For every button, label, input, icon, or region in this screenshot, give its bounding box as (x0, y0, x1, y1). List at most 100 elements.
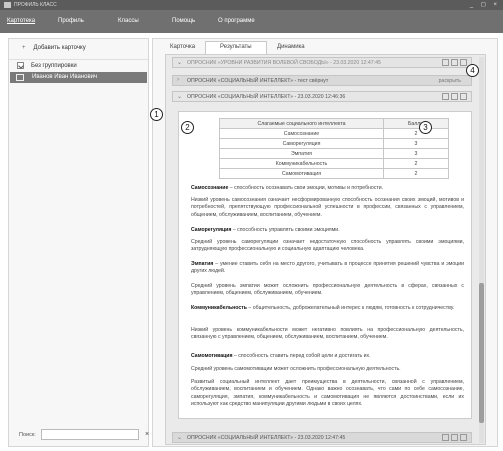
paragraph: Эмпатия – умение ставить себя на место д… (191, 261, 464, 276)
search-input[interactable] (41, 429, 139, 440)
window-title: ПРОФИЛЬ КЛАСС (14, 2, 57, 8)
paragraph-text: – общительность, доброжелательный интере… (246, 305, 455, 311)
paragraph: Коммуникабельность – общительность, добр… (191, 305, 464, 312)
window-controls[interactable]: _ ◻ × (470, 1, 500, 8)
table-cell: Коммуникабельность (219, 158, 384, 169)
chevron-down-icon: ⌄ (177, 94, 183, 100)
paragraph: Развитый социальный интеллект дает преим… (191, 379, 464, 408)
paragraph: Низкий уровень коммуникабельности может … (191, 327, 464, 342)
result-row-bottom[interactable]: ⌄ ОПРОСНИК «СОЦИАЛЬНЫЙ ИНТЕЛЛЕКТ» - 23.0… (172, 432, 472, 443)
tab-results[interactable]: Результаты (205, 41, 267, 54)
paragraph-text: Средний уровень саморегуляции означает н… (191, 239, 464, 253)
table-cell: 2 (383, 168, 449, 179)
add-card-label: Добавить карточку (33, 45, 86, 51)
result-report: Слагаемые социального интеллекта Баллы С… (178, 111, 472, 419)
table-header-row: Слагаемые социального интеллекта Баллы (219, 118, 449, 129)
result-row-active[interactable]: ⌄ ОПРОСНИК «СОЦИАЛЬНЫЙ ИНТЕЛЛЕКТ» - 23.0… (172, 91, 472, 102)
menu-bar: Картотека Профиль Классы Помощь О програ… (0, 10, 503, 33)
table-cell: Саморегуляция (219, 138, 384, 149)
scores-table: Слагаемые социального интеллекта Баллы С… (219, 118, 449, 179)
menu-item-cards[interactable]: Картотека (7, 18, 35, 24)
paragraph: Самомотивация – способность ставить пере… (191, 353, 464, 360)
grouping-label: Без группировки (31, 63, 77, 69)
results-content: ⌄ ОПРОСНИК «УРОВНИ РАЗВИТИЯ ВОЛЕВОЙ СВОБ… (165, 54, 486, 445)
print-icon[interactable] (451, 59, 458, 66)
chevron-down-icon: ⌄ (177, 435, 183, 441)
paragraph: Самосознание – способность осознавать св… (191, 185, 464, 192)
paragraph-text: Низкий уровень коммуникабельности может … (191, 327, 464, 341)
save-icon[interactable] (442, 93, 449, 100)
print-icon[interactable] (451, 434, 458, 441)
paragraph-text: – умение ставить себя на место другого, … (191, 261, 464, 275)
menu-item-about[interactable]: О программе (218, 18, 255, 24)
result-row-active-label: ОПРОСНИК «СОЦИАЛЬНЫЙ ИНТЕЛЛЕКТ» - 23.03.… (187, 94, 346, 100)
table-header: Слагаемые социального интеллекта (219, 118, 384, 129)
tab-dynamics[interactable]: Динамика (263, 43, 319, 51)
table-cell: Самомотивация (219, 168, 384, 179)
save-icon[interactable] (442, 434, 449, 441)
delete-icon[interactable] (460, 93, 467, 100)
card-list-panel: + Добавить карточку Без группировки Ивано… (8, 38, 149, 447)
callout-marker: 1 (150, 108, 163, 121)
expand-link[interactable]: раскрыть (439, 78, 461, 84)
term: Коммуникабельность (191, 305, 247, 311)
paragraph-text: – способность осознавать свои эмоции, мо… (228, 185, 384, 191)
menu-item-profile[interactable]: Профиль (58, 18, 84, 24)
delete-icon[interactable] (460, 59, 467, 66)
result-row-bottom-label: ОПРОСНИК «СОЦИАЛЬНЫЙ ИНТЕЛЛЕКТ» - 23.03.… (187, 435, 346, 441)
paragraph-text: Средний уровень эмпатии может осложнить … (191, 283, 464, 297)
chevron-down-icon: ⌄ (177, 60, 183, 66)
table-cell: 2 (383, 128, 449, 139)
table-row: Самосознание 2 (219, 128, 449, 139)
grouping-selector[interactable]: Без группировки (9, 59, 148, 71)
list-item-person[interactable]: Иванов Иван Иванович (10, 72, 147, 83)
row-tools (440, 434, 467, 441)
search-label: Поиск: (19, 432, 36, 438)
checkbox-icon (17, 62, 24, 69)
table-row: Саморегуляция 3 (219, 138, 449, 149)
scrollbar-thumb[interactable] (479, 283, 484, 423)
paragraph: Низкий уровень самосознания означает нес… (191, 197, 464, 219)
callout-marker: 3 (419, 121, 432, 134)
paragraph: Средний уровень самомотивации может осло… (191, 366, 464, 373)
table-cell: Эмпатия (219, 148, 384, 159)
paragraph: Саморегуляция – способность управлять св… (191, 227, 464, 234)
person-name: Иванов Иван Иванович (32, 74, 98, 80)
paragraph-text: – способность ставить перед собой цели и… (232, 353, 371, 359)
delete-icon[interactable] (460, 434, 467, 441)
result-row-collapsed-label: ОПРОСНИК «СОЦИАЛЬНЫЙ ИНТЕЛЛЕКТ» - тест с… (187, 78, 329, 84)
vertical-scrollbar[interactable] (479, 57, 484, 443)
tab-bar: Карточка Результаты Динамика (153, 39, 497, 54)
person-card-icon (16, 74, 24, 81)
details-panel: Карточка Результаты Динамика ⌄ ОПРОСНИК … (152, 38, 498, 447)
table-cell: Самосознание (219, 128, 384, 139)
result-row-collapsed[interactable]: › ОПРОСНИК «СОЦИАЛЬНЫЙ ИНТЕЛЛЕКТ» - тест… (172, 75, 472, 86)
row-tools (440, 93, 467, 100)
row-tools (440, 59, 467, 66)
term: Саморегуляция (191, 227, 232, 233)
paragraph-text: Развитый социальный интеллект дает преим… (191, 379, 464, 407)
term: Самосознание (191, 185, 229, 191)
app-logo-icon (4, 2, 11, 8)
save-icon[interactable] (442, 59, 449, 66)
callout-marker: 4 (466, 64, 479, 77)
chevron-right-icon: › (177, 77, 179, 83)
menu-item-help[interactable]: Помощь (172, 18, 195, 24)
print-icon[interactable] (451, 93, 458, 100)
result-row-top[interactable]: ⌄ ОПРОСНИК «УРОВНИ РАЗВИТИЯ ВОЛЕВОЙ СВОБ… (172, 57, 472, 68)
table-cell: 3 (383, 148, 449, 159)
table-cell: 2 (383, 158, 449, 169)
callout-marker: 2 (181, 121, 194, 134)
paragraph: Средний уровень саморегуляции означает н… (191, 239, 464, 254)
plus-icon: + (22, 45, 26, 51)
clear-search-icon[interactable]: × (145, 431, 149, 438)
add-card-button[interactable]: + Добавить карточку (22, 45, 86, 51)
term: Эмпатия (191, 261, 214, 267)
title-bar: ПРОФИЛЬ КЛАСС _ ◻ × (0, 0, 503, 10)
paragraph-text: Низкий уровень самосознания означает нес… (191, 197, 464, 218)
result-row-top-label: ОПРОСНИК «УРОВНИ РАЗВИТИЯ ВОЛЕВОЙ СВОБОД… (187, 60, 381, 66)
table-cell: 3 (383, 138, 449, 149)
paragraph-text: – способность управлять своими эмоциями. (231, 227, 340, 233)
menu-item-classes[interactable]: Классы (118, 18, 139, 24)
tab-card[interactable]: Карточка (156, 43, 209, 51)
